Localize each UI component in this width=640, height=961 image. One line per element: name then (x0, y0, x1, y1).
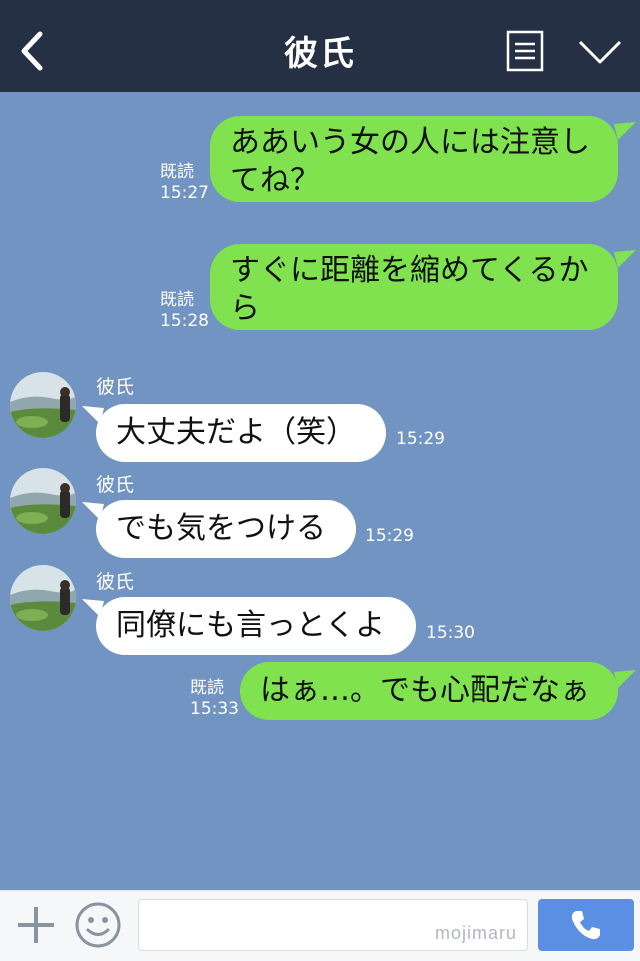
message-bubble-incoming[interactable]: 同僚にも言っとくよ (96, 597, 416, 655)
message-text-line: ああいう女の人には注意し (230, 125, 590, 160)
avatar-photo (10, 372, 76, 438)
message-text-line: ら (230, 291, 260, 326)
message-bubble-incoming[interactable]: 大丈夫だよ（笑） (96, 404, 386, 462)
message-bubble-outgoing[interactable]: はぁ…。でも心配だなぁ (240, 662, 618, 720)
message-text-line: はぁ…。でも心配だなぁ (260, 673, 590, 708)
message-bubble-outgoing[interactable]: すぐに距離を縮めてくるか ら (210, 244, 618, 330)
bubble-tail (614, 122, 636, 140)
message-time: 15:29 (396, 429, 445, 449)
bubble-tail (614, 250, 636, 268)
message-bubble-outgoing[interactable]: ああいう女の人には注意し てね？ (210, 116, 618, 202)
message-text: 同僚にも言っとくよ (116, 608, 386, 643)
message-time: 15:27 (160, 183, 209, 203)
message-text: でも気をつける (116, 511, 326, 546)
bubble-tail (614, 670, 636, 688)
message-bubble-incoming[interactable]: でも気をつける (96, 500, 356, 558)
call-button[interactable] (538, 899, 634, 951)
add-button[interactable] (14, 903, 58, 947)
back-button[interactable] (12, 26, 52, 76)
watermark-text: mojimaru (434, 923, 517, 943)
avatar[interactable] (10, 468, 76, 534)
sender-name: 彼氏 (96, 474, 135, 496)
chevron-down-icon (578, 40, 622, 64)
read-receipt: 既読 15:28 (160, 290, 209, 332)
sender-name: 彼氏 (96, 376, 135, 398)
sender-name: 彼氏 (96, 571, 135, 593)
chevron-left-icon (21, 31, 43, 71)
message-text: 大丈夫だよ（笑） (116, 415, 356, 450)
message-time: 15:30 (426, 623, 475, 643)
message-list[interactable]: 既読 15:27 ああいう女の人には注意し てね？ 既読 15:28 すぐに距離… (0, 92, 640, 890)
read-label: 既読 (190, 678, 224, 698)
message-time: 15:33 (190, 699, 239, 719)
message-time: 15:28 (160, 311, 209, 331)
smiley-icon (75, 902, 121, 948)
plus-icon (18, 907, 54, 943)
message-time: 15:29 (365, 526, 414, 546)
chat-header: 彼氏 (0, 0, 640, 92)
avatar[interactable] (10, 565, 76, 631)
read-label: 既読 (160, 290, 194, 310)
message-input[interactable]: mojimaru (138, 899, 528, 951)
chat-title: 彼氏 (284, 34, 356, 74)
read-label: 既読 (160, 162, 194, 182)
emoji-button[interactable] (74, 901, 122, 949)
menu-button[interactable] (506, 30, 544, 72)
collapse-toggle-button[interactable] (576, 34, 624, 70)
phone-icon (571, 911, 600, 940)
composer-bar: mojimaru (0, 890, 640, 961)
message-text-line: てね？ (230, 163, 320, 198)
list-icon (506, 30, 544, 72)
read-receipt: 既読 15:33 (190, 678, 239, 720)
avatar[interactable] (10, 372, 76, 438)
avatar-photo (10, 468, 76, 534)
message-text-line: すぐに距離を縮めてくるか (230, 253, 589, 288)
avatar-photo (10, 565, 76, 631)
read-receipt: 既読 15:27 (160, 162, 209, 204)
